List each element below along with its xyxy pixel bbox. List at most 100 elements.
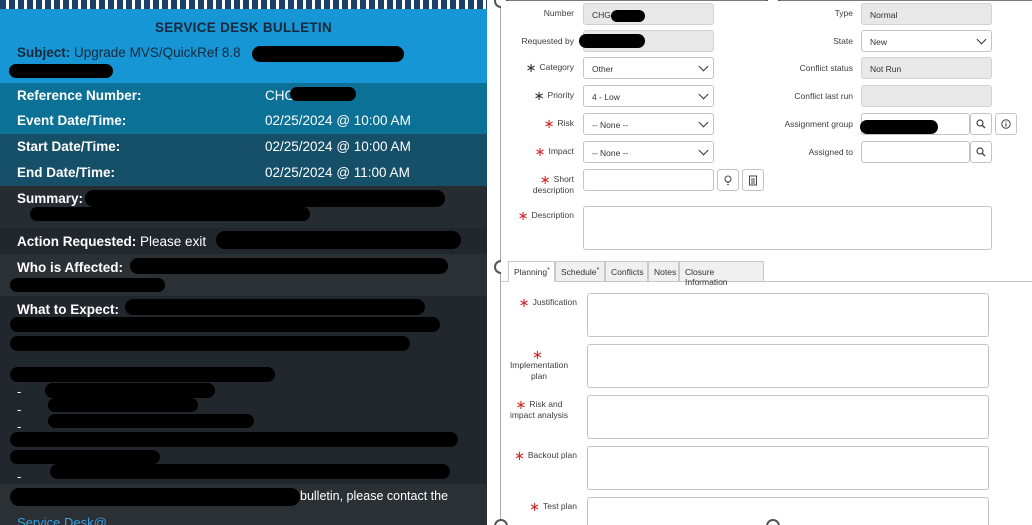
risk-impact-analysis-textarea[interactable] <box>587 395 989 439</box>
end-label: End Date/Time: <box>17 165 116 180</box>
chevron-down-icon <box>698 61 709 72</box>
priority-select[interactable]: 4 - Low <box>583 85 714 107</box>
redaction <box>10 432 458 447</box>
category-label-text: Category <box>539 62 575 72</box>
required-marker: ∗ <box>518 295 530 310</box>
backout-plan-textarea[interactable] <box>587 446 989 490</box>
redaction <box>10 317 440 332</box>
risk-analysis-text-1: Risk and <box>529 399 563 409</box>
required-marker: ∗ <box>517 208 529 223</box>
number-field: CHG <box>583 3 714 25</box>
impact-value: -- None -- <box>592 148 629 158</box>
service-desk-bulletin: SERVICE DESK BULLETIN Subject: Upgrade M… <box>0 0 487 525</box>
affected-section: Who is Affected: <box>17 260 123 275</box>
required-marker: * <box>547 267 550 274</box>
start-value: 02/25/2024 @ 10:00 AM <box>265 139 411 154</box>
subject-label: Subject: <box>17 45 71 60</box>
subject-value: Upgrade MVS/QuickRef 8.8 <box>74 45 241 60</box>
type-value: Normal <box>870 10 898 20</box>
short-description-label: ∗ Short description <box>501 173 574 196</box>
description-textarea[interactable] <box>583 206 992 250</box>
reference-row: Reference Number: CHG <box>0 83 487 108</box>
summary-section: Summary: <box>17 191 83 206</box>
questions-text: bulletin, please contact the <box>300 489 449 503</box>
priority-value: 4 - Low <box>592 92 620 102</box>
tab-schedule[interactable]: Schedule* <box>555 261 605 282</box>
lightbulb-icon <box>724 175 732 185</box>
category-select[interactable]: Other <box>583 57 714 79</box>
justification-label: ∗ Justification <box>501 295 577 310</box>
tab-planning[interactable]: Planning* <box>508 261 555 282</box>
template-button[interactable] <box>742 169 764 191</box>
short-description-input[interactable] <box>583 169 714 191</box>
category-value: Other <box>592 64 614 74</box>
service-desk-link[interactable]: Service Desk@... <box>17 515 118 525</box>
suggestion-button[interactable] <box>717 169 739 191</box>
state-value: New <box>870 37 888 47</box>
justification-textarea[interactable] <box>587 293 989 337</box>
affected-label: Who is Affected: <box>17 260 123 275</box>
assigned-to-lookup-button[interactable] <box>970 141 992 163</box>
implementation-plan-label: ∗ Implementation plan <box>501 348 577 382</box>
reference-label: Reference Number: <box>17 88 142 103</box>
implementation-text-2: plan <box>530 371 548 381</box>
redaction <box>85 190 445 207</box>
template-icon <box>749 175 757 186</box>
impact-label-text: Impact <box>548 146 574 156</box>
type-field: Normal <box>861 3 992 25</box>
change-request-form: Number CHG Requested by ∗ Category Other … <box>501 1 1032 525</box>
start-label: Start Date/Time: <box>17 139 121 154</box>
redaction <box>48 414 254 428</box>
info-icon <box>1001 119 1011 129</box>
assignment-group-info-button[interactable] <box>995 113 1017 135</box>
risk-select[interactable]: -- None -- <box>583 113 714 135</box>
requested-by-label: Requested by <box>521 36 574 46</box>
number-value: CHG <box>592 10 611 20</box>
redaction <box>130 258 448 274</box>
bulletin-title: SERVICE DESK BULLETIN <box>154 20 333 35</box>
assignment-group-label: Assignment group <box>784 119 853 129</box>
action-value: Please exit <box>140 234 207 249</box>
tab-label: Schedule <box>561 267 597 277</box>
redaction <box>579 34 645 48</box>
chevron-down-icon <box>698 145 709 156</box>
category-label: ∗ Category <box>501 60 575 75</box>
redaction <box>50 464 450 479</box>
short-desc-text-2: description <box>532 185 574 195</box>
assigned-to-input[interactable] <box>861 141 970 163</box>
test-plan-label-text: Test plan <box>542 501 577 511</box>
end-value: 02/25/2024 @ 11:00 AM <box>265 165 410 180</box>
conflict-status-label: Conflict status <box>799 63 853 73</box>
list-dash: - <box>17 469 22 484</box>
event-row: Event Date/Time: 02/25/2024 @ 10:00 AM <box>0 108 487 134</box>
assignment-group-lookup-button[interactable] <box>970 113 992 135</box>
tab-closure-information[interactable]: Closure Information <box>679 261 764 287</box>
chevron-down-icon <box>698 117 709 128</box>
state-select[interactable]: New <box>861 30 992 52</box>
redaction <box>860 120 938 134</box>
conflict-status-field: Not Run <box>861 57 992 79</box>
expect-label: What to Expect: <box>17 302 120 317</box>
redaction <box>9 64 113 78</box>
backout-label-text: Backout plan <box>527 450 577 460</box>
risk-label-text: Risk <box>557 118 574 128</box>
type-label: Type <box>834 8 853 18</box>
redaction <box>10 336 410 351</box>
event-value: 02/25/2024 @ 10:00 AM <box>265 113 411 128</box>
form-tabs: Planning* Schedule* Conflicts Notes Clos… <box>501 261 1032 287</box>
conflict-status-value: Not Run <box>870 64 902 74</box>
search-icon <box>976 147 986 157</box>
test-plan-textarea[interactable] <box>587 497 989 525</box>
priority-label: ∗ Priority <box>501 89 574 102</box>
event-label: Event Date/Time: <box>17 113 127 128</box>
tab-conflicts[interactable]: Conflicts <box>605 261 648 282</box>
summary-label: Summary: <box>17 191 84 206</box>
tab-label: Conflicts <box>611 267 644 277</box>
redaction <box>45 383 215 398</box>
required-marker: ∗ <box>525 60 537 75</box>
action-label: Action Requested: <box>17 234 137 249</box>
implementation-plan-textarea[interactable] <box>587 344 989 388</box>
conflict-last-run-field <box>861 85 992 107</box>
impact-select[interactable]: -- None -- <box>583 141 714 163</box>
tab-notes[interactable]: Notes <box>648 261 679 282</box>
